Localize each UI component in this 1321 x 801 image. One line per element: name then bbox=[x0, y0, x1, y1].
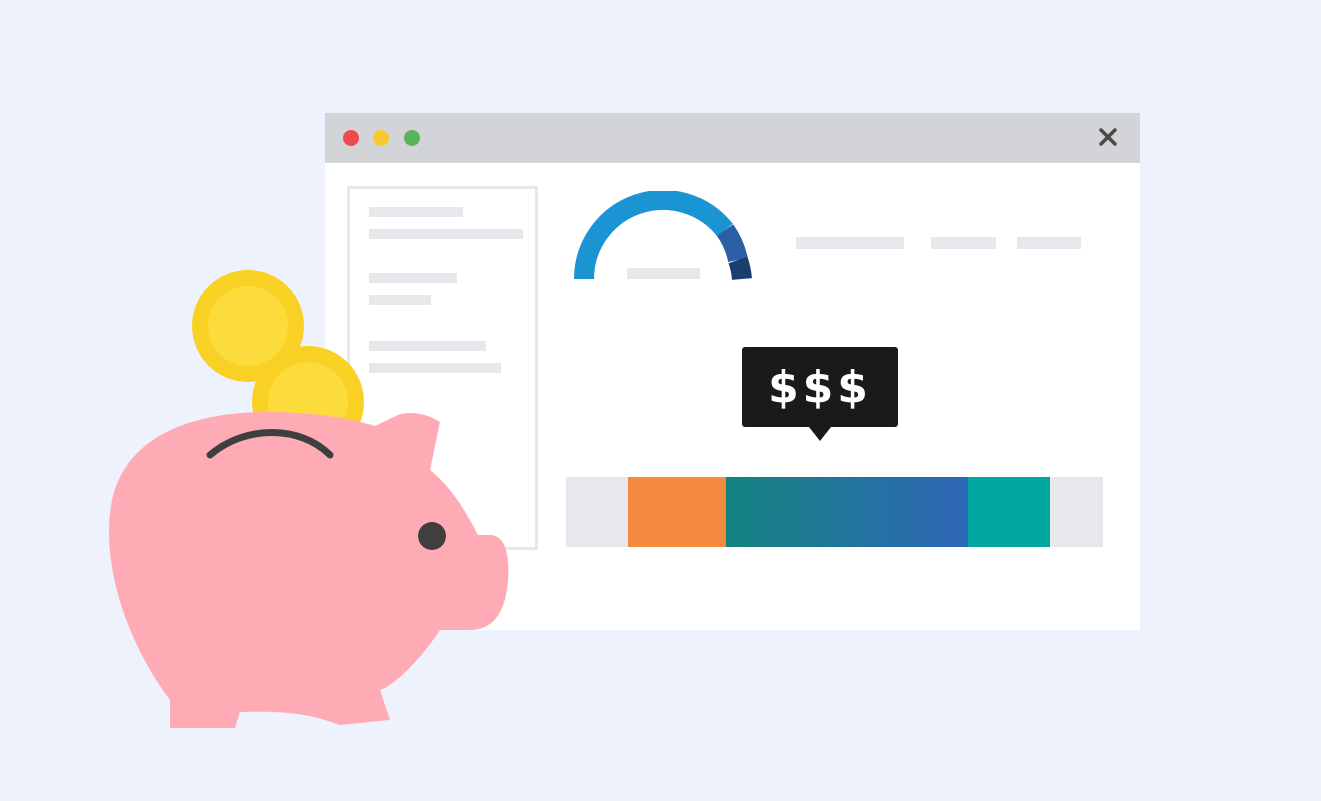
placeholder-line bbox=[369, 341, 486, 351]
placeholder-line bbox=[369, 363, 501, 373]
browser-window: $$$ bbox=[325, 113, 1140, 630]
header-placeholder bbox=[931, 237, 996, 249]
minimize-window-dot[interactable] bbox=[373, 130, 389, 146]
tooltip-pointer bbox=[809, 427, 831, 441]
maximize-window-dot[interactable] bbox=[404, 130, 420, 146]
segmented-bar bbox=[566, 477, 1103, 547]
side-panel bbox=[347, 186, 538, 550]
close-icon[interactable] bbox=[1094, 123, 1122, 151]
price-tooltip: $$$ bbox=[742, 347, 898, 427]
header-placeholder bbox=[1017, 237, 1081, 249]
placeholder-line bbox=[369, 229, 523, 239]
bar-segment-blue bbox=[726, 477, 968, 547]
placeholder-line bbox=[369, 273, 457, 283]
gauge-label-placeholder bbox=[627, 268, 700, 279]
bar-segment-teal bbox=[968, 477, 1050, 547]
placeholder-line bbox=[369, 207, 463, 217]
header-placeholder bbox=[796, 237, 904, 249]
window-titlebar bbox=[325, 113, 1140, 163]
bar-segment-orange bbox=[628, 477, 726, 547]
coin-icon bbox=[192, 270, 304, 382]
close-window-dot[interactable] bbox=[343, 130, 359, 146]
placeholder-line bbox=[369, 295, 431, 305]
